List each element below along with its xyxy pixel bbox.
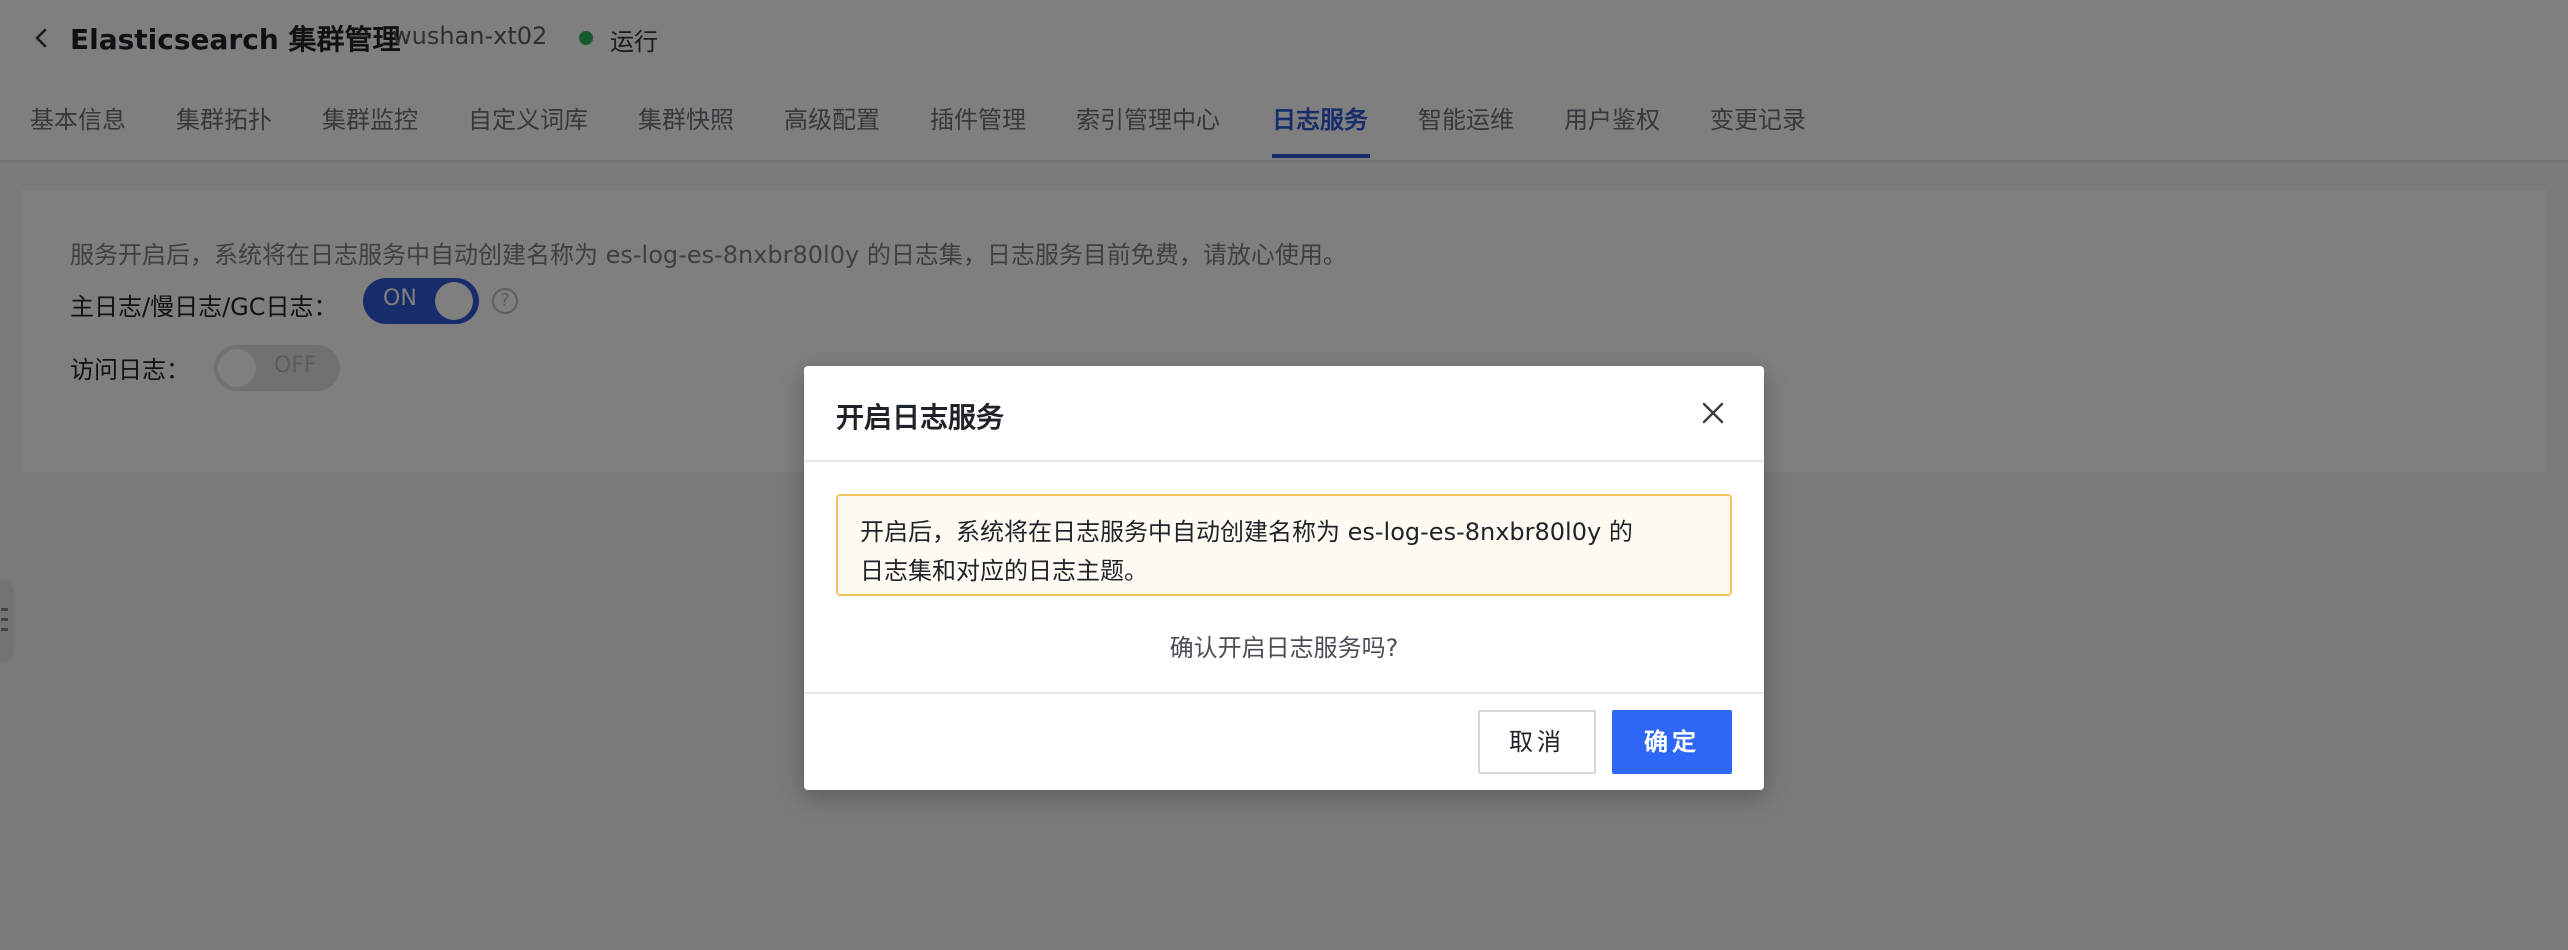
enable-log-service-dialog: 开启日志服务 开启后，系统将在日志服务中自动创建名称为 es-log-es-8n… (804, 366, 1764, 790)
dialog-divider (804, 692, 1764, 694)
confirm-question: 确认开启日志服务吗? (1169, 634, 1399, 662)
alert-text-line-2: 日志集和对应的日志主题。 (860, 557, 1148, 585)
warning-alert: 开启后，系统将在日志服务中自动创建名称为 es-log-es-8nxbr80l0… (836, 494, 1732, 596)
cancel-button[interactable]: 取消 (1478, 710, 1596, 774)
alert-text-line-1: 开启后，系统将在日志服务中自动创建名称为 es-log-es-8nxbr80l0… (860, 518, 1633, 546)
confirm-button[interactable]: 确定 (1612, 710, 1732, 774)
close-icon[interactable] (1698, 398, 1728, 428)
dialog-title: 开启日志服务 (836, 401, 1005, 434)
dialog-divider (804, 460, 1764, 462)
